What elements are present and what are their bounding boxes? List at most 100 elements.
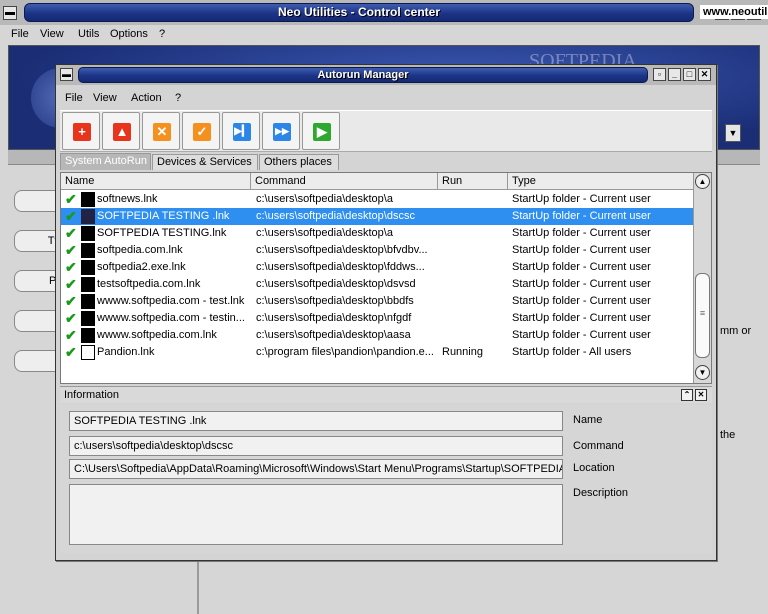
dialog-menu-help[interactable]: ? [175,92,181,104]
dialog-close-button[interactable]: ✕ [698,68,711,81]
cell-type: StartUp folder - Current user [512,278,651,290]
cell-command: c:\users\softpedia\desktop\bbdfs [256,295,414,307]
cell-type: StartUp folder - All users [512,346,632,358]
step-forward-button[interactable]: ▶▎ [222,112,260,150]
dialog-menu-icon[interactable]: ▬ [60,68,73,81]
cell-name: wwww.softpedia.com.lnk [97,329,217,341]
location-field[interactable]: C:\Users\Softpedia\AppData\Roaming\Micro… [69,459,563,479]
scroll-up-icon[interactable]: ▲ [695,174,710,189]
tab-devices-services[interactable]: Devices & Services [152,154,258,170]
check-icon[interactable]: ✔ [65,259,79,276]
table-row[interactable]: ✔ wwww.softpedia.com.lnk c:\users\softpe… [61,327,693,344]
autorun-manager-dialog: ▬ Autorun Manager ▫ _ □ ✕ File View Acti… [55,64,717,561]
menu-help[interactable]: ? [159,28,165,40]
check-icon[interactable]: ✔ [65,344,79,361]
menu-view[interactable]: View [40,28,64,40]
cell-run: Running [442,346,483,358]
banner-url[interactable]: www.neoutils.ru [700,5,768,19]
table-row[interactable]: ✔ Pandion.lnk c:\program files\pandion\p… [61,344,693,361]
name-label: Name [573,414,603,426]
name-field[interactable]: SOFTPEDIA TESTING .lnk [69,411,563,431]
cell-type: StartUp folder - Current user [512,329,651,341]
dialog-minimize-button[interactable]: ▫ [653,68,666,81]
file-icon [81,243,95,258]
column-header-run[interactable]: Run [438,173,508,190]
scroll-thumb[interactable]: ≡ [695,273,710,358]
check-icon[interactable]: ✔ [65,225,79,242]
play-icon: ▶ [313,123,331,141]
cell-type: StartUp folder - Current user [512,244,651,256]
table-row[interactable]: ✔ wwww.softpedia.com - testin... c:\user… [61,310,693,327]
toolbar: + ▲ ✕ ✓ ▶▎ ▶▶ ▶ [60,110,712,152]
location-label: Location [573,462,615,474]
dialog-title: Autorun Manager [78,67,648,83]
dialog-maximize-button[interactable]: □ [683,68,696,81]
check-icon[interactable]: ✔ [65,208,79,225]
check-icon[interactable]: ✔ [65,310,79,327]
cell-name: SOFTPEDIA TESTING .lnk [97,210,230,222]
collapse-icon[interactable]: ⌃ [681,389,693,401]
table-row-selected[interactable]: ✔ SOFTPEDIA TESTING .lnk c:\users\softpe… [61,208,693,225]
main-title-bar[interactable]: ▬ Neo Utilities - Control center _ □ ✕ [0,0,768,25]
dialog-menu-view[interactable]: View [93,92,117,104]
cell-command: c:\users\softpedia\desktop\dscsc [256,210,415,222]
vertical-scrollbar[interactable]: ▲ ≡ ▼ [693,173,711,383]
dialog-menu-action[interactable]: Action [131,92,162,104]
cell-name: softpedia2.exe.lnk [97,261,186,273]
check-icon[interactable]: ✔ [65,276,79,293]
scroll-down-icon[interactable]: ▼ [695,365,710,380]
file-icon [81,226,95,241]
menu-utils[interactable]: Utils [78,28,99,40]
check-icon[interactable]: ✔ [65,242,79,259]
table-row[interactable]: ✔ wwww.softpedia.com - test.lnk c:\users… [61,293,693,310]
autorun-list[interactable]: Name Command Run Type ✔ softnews.lnk c:\… [60,172,712,384]
dialog-menu-file[interactable]: File [65,92,83,104]
command-label: Command [573,440,624,452]
tab-others-places[interactable]: Others places [259,154,339,170]
table-row[interactable]: ✔ softnews.lnk c:\users\softpedia\deskto… [61,191,693,208]
check-icon[interactable]: ✔ [65,327,79,344]
add-button[interactable]: + [62,112,100,150]
table-row[interactable]: ✔ SOFTPEDIA TESTING.lnk c:\users\softped… [61,225,693,242]
command-field[interactable]: c:\users\softpedia\desktop\dscsc [69,436,563,456]
cell-name: wwww.softpedia.com - test.lnk [97,295,245,307]
cell-command: c:\users\softpedia\desktop\aasa [256,329,411,341]
information-header: Information ⌃ ✕ [60,386,712,403]
delete-icon: ✕ [153,123,171,141]
tab-system-autorun[interactable]: System AutoRun [60,153,151,170]
delete-button[interactable]: ✕ [142,112,180,150]
table-row[interactable]: ✔ softpedia2.exe.lnk c:\users\softpedia\… [61,259,693,276]
fast-forward-button[interactable]: ▶▶ [262,112,300,150]
enable-button[interactable]: ✓ [182,112,220,150]
cell-command: c:\users\softpedia\desktop\fddws... [256,261,425,273]
cell-command: c:\users\softpedia\desktop\a [256,193,393,205]
cell-command: c:\users\softpedia\desktop\nfgdf [256,312,412,324]
column-header-type[interactable]: Type [508,173,693,190]
menu-file[interactable]: File [11,28,29,40]
file-icon [81,209,95,224]
fast-forward-icon: ▶▶ [273,123,291,141]
dialog-restore-button[interactable]: _ [668,68,681,81]
chevron-down-icon[interactable]: ▼ [725,124,741,142]
description-field[interactable] [69,484,563,545]
dialog-title-bar[interactable]: ▬ Autorun Manager ▫ _ □ ✕ [56,65,716,85]
table-row[interactable]: ✔ testsoftpedia.com.lnk c:\users\softped… [61,276,693,293]
main-menubar: File View Utils Options ? [0,25,768,45]
run-button[interactable]: ▶ [302,112,340,150]
table-row[interactable]: ✔ softpedia.com.lnk c:\users\softpedia\d… [61,242,693,259]
add-icon: + [73,123,91,141]
background-text-2: the [720,429,736,441]
check-icon[interactable]: ✔ [65,191,79,208]
column-header-command[interactable]: Command [251,173,438,190]
column-header-name[interactable]: Name [61,173,251,190]
main-window-title: Neo Utilities - Control center [24,3,694,22]
window-menu-icon[interactable]: ▬ [3,6,17,20]
move-up-button[interactable]: ▲ [102,112,140,150]
menu-options[interactable]: Options [110,28,148,40]
close-icon[interactable]: ✕ [695,389,707,401]
cell-name: wwww.softpedia.com - testin... [97,312,245,324]
list-header: Name Command Run Type [61,173,693,190]
step-forward-icon: ▶▎ [233,123,251,141]
check-icon[interactable]: ✔ [65,293,79,310]
cell-command: c:\users\softpedia\desktop\bfvdbv... [256,244,428,256]
